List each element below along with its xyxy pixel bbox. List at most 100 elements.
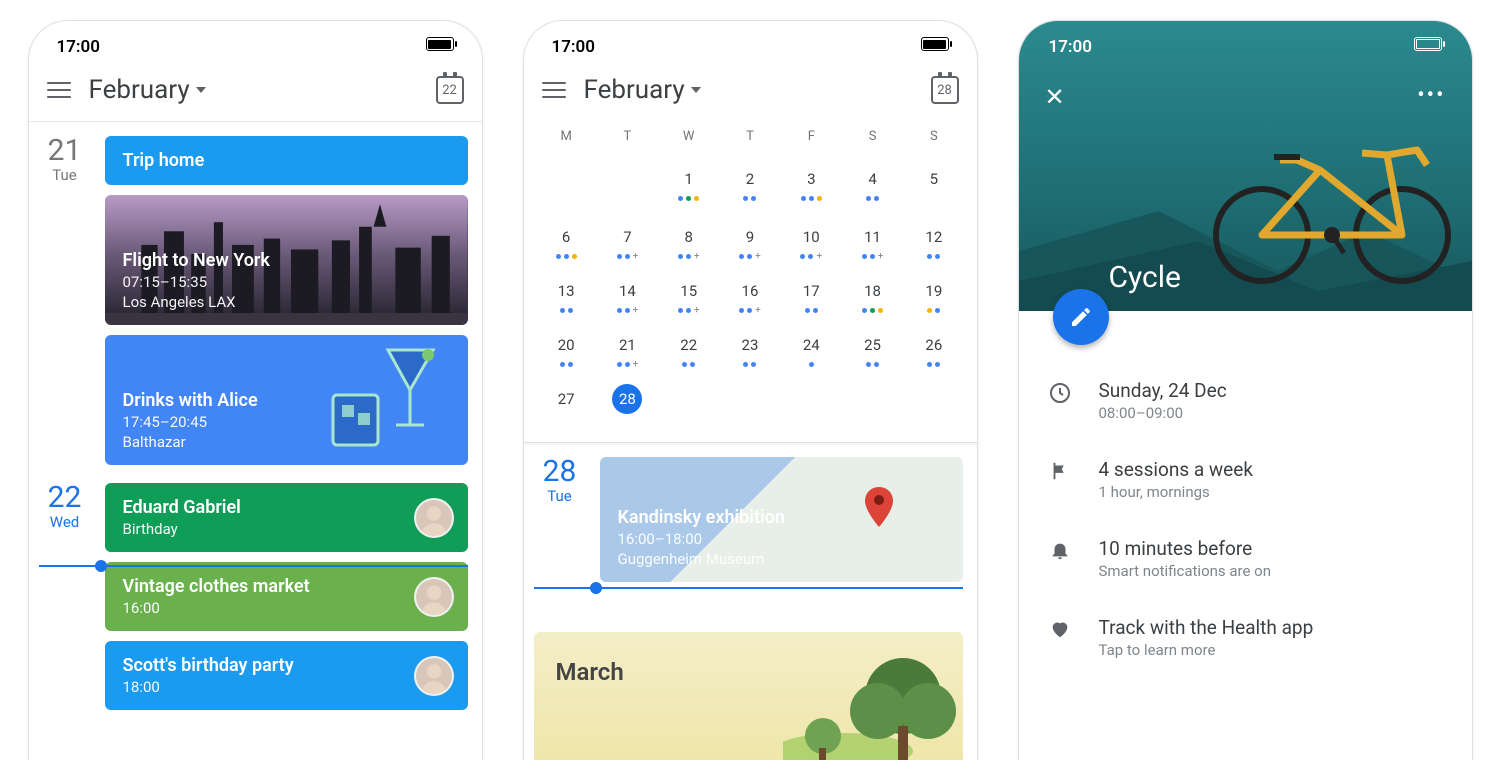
event-title: Kandinsky exhibition (618, 507, 945, 528)
weekday-header: W (658, 129, 719, 152)
event-card[interactable]: Drinks with Alice17:45–20:45Balthazar (105, 335, 468, 465)
detail-row[interactable]: Sunday, 24 Dec 08:00–09:00 (1047, 361, 1452, 440)
event-card[interactable]: Eduard GabrielBirthday (105, 483, 468, 552)
month-picker[interactable]: February (584, 75, 701, 105)
calendar-cell[interactable]: 26 (903, 324, 964, 372)
event-card[interactable]: Kandinsky exhibition 16:00–18:00 Guggenh… (600, 457, 963, 582)
calendar-cell[interactable]: 23 (719, 324, 780, 372)
calendar-cell (719, 378, 780, 430)
weekday-header: M (536, 129, 597, 152)
weekday-header: T (597, 129, 658, 152)
calendar-cell (597, 158, 658, 210)
event-title: Cycle (1109, 260, 1181, 295)
calendar-cell[interactable]: 20 (536, 324, 597, 372)
calendar-cell[interactable]: 7+ (597, 216, 658, 264)
avatar (414, 498, 454, 538)
calendar-cell[interactable]: 21+ (597, 324, 658, 372)
pencil-icon (1069, 305, 1093, 329)
calendar-cell[interactable]: 8+ (658, 216, 719, 264)
event-card[interactable]: Trip home (105, 136, 468, 185)
calendar-cell (658, 378, 719, 430)
selected-day-section: 28 Tue Kandinsky exhibition 16:00–18:00 … (524, 443, 977, 760)
status-time: 17:00 (1049, 37, 1092, 57)
flag-icon (1047, 458, 1073, 501)
status-time: 17:00 (552, 37, 595, 57)
battery-icon (1414, 37, 1442, 51)
calendar-cell[interactable]: 14+ (597, 270, 658, 318)
calendar-cell[interactable]: 2 (719, 158, 780, 210)
today-button[interactable]: 28 (931, 76, 959, 104)
status-time: 17:00 (57, 37, 100, 57)
status-bar: 17:00 (29, 21, 482, 65)
weekday-header: T (719, 129, 780, 152)
calendar-cell[interactable]: 22 (658, 324, 719, 372)
event-location: Guggenheim Museum (618, 550, 945, 568)
status-bar: 17:00 (524, 21, 977, 65)
hero-header: 17:00 ✕ ••• Cycle (1019, 21, 1472, 311)
app-bar: February 22 (29, 65, 482, 122)
calendar-cell (536, 158, 597, 210)
day-label: 28 Tue (534, 457, 586, 582)
day-label: 21Tue (39, 136, 91, 465)
calendar-cell[interactable]: 3 (781, 158, 842, 210)
heart-icon (1047, 616, 1073, 659)
detail-row[interactable]: Track with the Health app Tap to learn m… (1047, 598, 1452, 677)
bicycle-illustration (1202, 115, 1462, 285)
calendar-cell[interactable]: 17 (781, 270, 842, 318)
calendar-cell[interactable]: 10+ (781, 216, 842, 264)
calendar-cell[interactable]: 25 (842, 324, 903, 372)
avatar (414, 656, 454, 696)
today-badge: 22 (442, 83, 457, 98)
today-button[interactable]: 22 (436, 76, 464, 104)
phone-event-detail: 17:00 ✕ ••• Cycle Sunday, 24 Dec (1018, 20, 1473, 760)
map-pin-icon (865, 487, 893, 527)
weekday-header: S (903, 129, 964, 152)
menu-button[interactable] (47, 82, 71, 98)
now-indicator (534, 587, 963, 589)
month-picker[interactable]: February (89, 75, 206, 105)
calendar-cell[interactable]: 16+ (719, 270, 780, 318)
next-month-header[interactable]: March (534, 632, 963, 760)
event-card[interactable]: Scott's birthday party18:00 (105, 641, 468, 710)
event-card[interactable]: Vintage clothes market16:00 (105, 562, 468, 631)
detail-row[interactable]: 10 minutes before Smart notifications ar… (1047, 519, 1452, 598)
caret-down-icon (196, 87, 206, 93)
edit-fab[interactable] (1053, 289, 1109, 345)
bell-icon (1047, 537, 1073, 580)
calendar-cell[interactable]: 18 (842, 270, 903, 318)
calendar-cell[interactable]: 19 (903, 270, 964, 318)
month-grid[interactable]: MTWTFSS1234567+8+9+10+11+121314+15+16+17… (524, 121, 977, 443)
calendar-cell[interactable]: 12 (903, 216, 964, 264)
app-bar: February 28 (524, 65, 977, 121)
more-button[interactable]: ••• (1417, 83, 1445, 111)
detail-row[interactable]: 4 sessions a week 1 hour, mornings (1047, 440, 1452, 519)
schedule-list[interactable]: 21Tue Trip home Flight to New York07:15–1… (29, 122, 482, 760)
clock-icon (1047, 379, 1073, 422)
calendar-cell[interactable]: 13 (536, 270, 597, 318)
month-label: February (89, 75, 190, 105)
calendar-cell[interactable]: 9+ (719, 216, 780, 264)
calendar-cell[interactable]: 28 (597, 378, 658, 430)
battery-icon (426, 37, 454, 51)
calendar-cell (781, 378, 842, 430)
now-indicator (39, 565, 468, 567)
calendar-cell[interactable]: 5 (903, 158, 964, 210)
detail-rows: Sunday, 24 Dec 08:00–09:00 4 sessions a … (1019, 311, 1472, 677)
calendar-cell[interactable]: 24 (781, 324, 842, 372)
calendar-cell (903, 378, 964, 430)
event-card[interactable]: Flight to New York07:15–15:35Los Angeles… (105, 195, 468, 325)
calendar-cell[interactable]: 1 (658, 158, 719, 210)
calendar-cell (842, 378, 903, 430)
caret-down-icon (691, 87, 701, 93)
status-bar: 17:00 (1041, 21, 1450, 65)
calendar-cell[interactable]: 15+ (658, 270, 719, 318)
avatar (414, 577, 454, 617)
menu-button[interactable] (542, 82, 566, 98)
phone-month-view: 17:00 February 28 MTWTFSS1234567+8+9+10+… (523, 20, 978, 760)
phone-schedule-view: 17:00 February 22 21Tue Trip home Flight … (28, 20, 483, 760)
calendar-cell[interactable]: 27 (536, 378, 597, 430)
close-button[interactable]: ✕ (1045, 83, 1065, 111)
calendar-cell[interactable]: 4 (842, 158, 903, 210)
calendar-cell[interactable]: 6 (536, 216, 597, 264)
calendar-cell[interactable]: 11+ (842, 216, 903, 264)
